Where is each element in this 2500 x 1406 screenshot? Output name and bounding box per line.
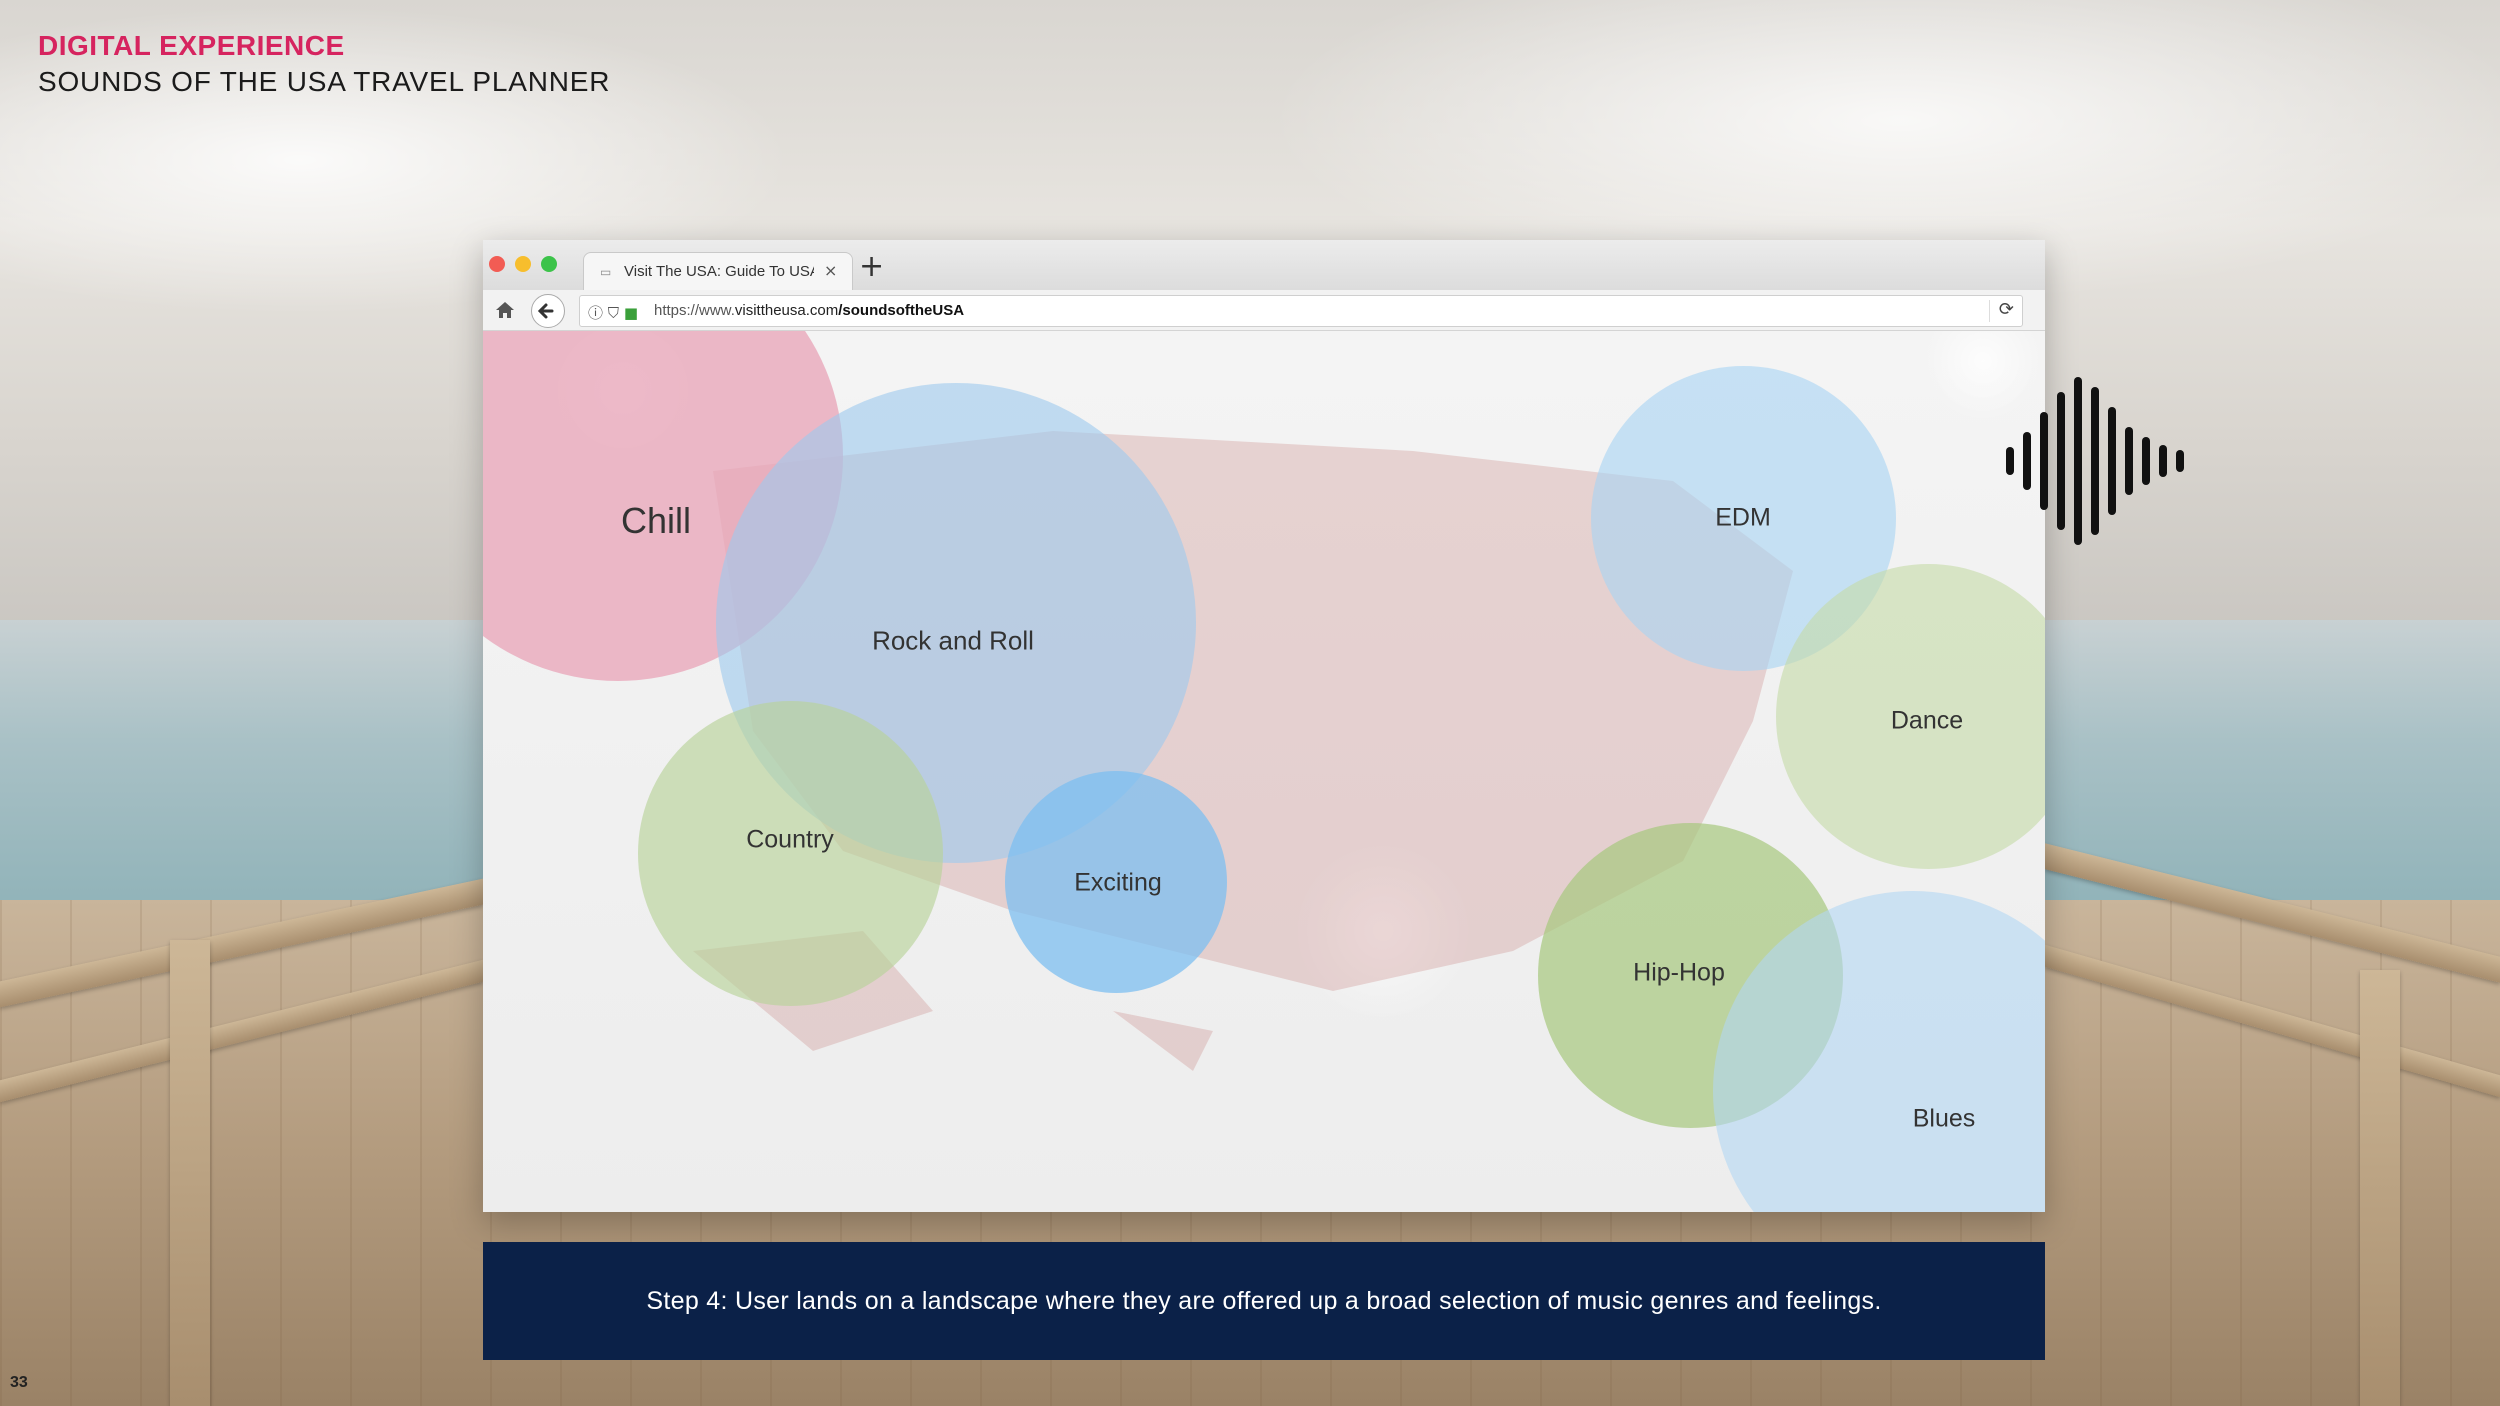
- browser-toolbar: ⓘ ⛉ ■ https://www.visittheusa.com/sounds…: [483, 290, 2045, 331]
- minimize-window-button[interactable]: [515, 256, 531, 272]
- caption-banner: Step 4: User lands on a landscape where …: [483, 1242, 2045, 1360]
- url-domain: visittheusa.com: [734, 302, 839, 319]
- tab-close-icon[interactable]: ×: [824, 261, 837, 280]
- reload-icon[interactable]: ⟳: [1999, 299, 2014, 320]
- section-kicker: DIGITAL EXPERIENCE: [38, 30, 345, 61]
- browser-window: ▭ Visit The USA: Guide To USA × + ⓘ ⛉ ■ …: [483, 240, 2045, 1212]
- address-bar[interactable]: ⓘ ⛉ ■ https://www.visittheusa.com/sounds…: [579, 295, 2023, 327]
- page-number: 33: [10, 1374, 28, 1391]
- sound-wave-icon: [2006, 377, 2184, 545]
- back-button[interactable]: [531, 294, 565, 328]
- url-status-icons: ⓘ ⛉ ■: [588, 302, 638, 323]
- lock-icon[interactable]: ■: [624, 304, 638, 322]
- url-separator: [1989, 300, 1990, 322]
- back-arrow-icon: [537, 303, 554, 319]
- page-title: SOUNDS OF THE USA TRAVEL PLANNER: [38, 66, 611, 97]
- close-window-button[interactable]: [489, 256, 505, 272]
- caption-text: Step 4: User lands on a landscape where …: [646, 1286, 1882, 1315]
- browser-titlebar: ▭ Visit The USA: Guide To USA × +: [483, 240, 2045, 291]
- home-icon[interactable]: [493, 298, 517, 322]
- pier-post-left: [170, 940, 210, 1406]
- maximize-window-button[interactable]: [541, 256, 557, 272]
- info-icon[interactable]: ⓘ: [588, 304, 603, 322]
- shield-icon[interactable]: ⛉: [608, 304, 619, 322]
- favicon-icon: ▭: [600, 265, 612, 279]
- genre-bubble-exciting[interactable]: [1005, 771, 1227, 993]
- page-viewport: Chill Rock and Roll Country Exciting EDM…: [483, 331, 2045, 1212]
- genre-bubble-country[interactable]: [638, 701, 943, 1006]
- url-prefix: https://www.: [654, 302, 735, 319]
- new-tab-button[interactable]: +: [859, 252, 884, 282]
- pier-post-right: [2360, 970, 2400, 1406]
- browser-tab[interactable]: ▭ Visit The USA: Guide To USA ×: [583, 252, 853, 291]
- url-path: /soundsoftheUSA: [838, 302, 965, 319]
- tab-title: Visit The USA: Guide To USA: [624, 263, 814, 280]
- url-text[interactable]: https://www.visittheusa.com/soundsoftheU…: [654, 302, 964, 319]
